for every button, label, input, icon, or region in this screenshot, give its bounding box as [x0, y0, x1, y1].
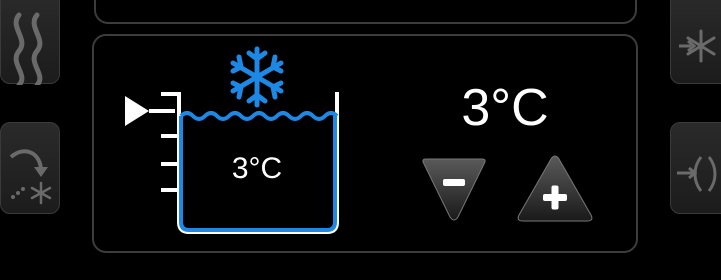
quick-freeze-button[interactable] [670, 0, 721, 84]
freeze-arrow-icon [9, 149, 52, 205]
arrow-in-icon [677, 156, 717, 192]
snowflake-arrow-icon [679, 29, 716, 63]
decrease-temperature-button[interactable] [420, 155, 488, 223]
minus-icon [443, 179, 465, 186]
top-panel [94, 0, 637, 24]
drain-button[interactable] [670, 122, 721, 214]
tank-temperature: 3°C [231, 152, 283, 185]
increase-temperature-button[interactable] [515, 155, 595, 223]
freeze-mode-button[interactable] [0, 122, 60, 214]
setpoint-temperature: 3°C [461, 79, 549, 137]
level-scale [161, 92, 177, 192]
water-waves [179, 111, 339, 121]
heat-mode-button[interactable] [0, 0, 60, 85]
heat-waves-icon [13, 12, 43, 85]
play-arrow-icon [125, 96, 149, 126]
